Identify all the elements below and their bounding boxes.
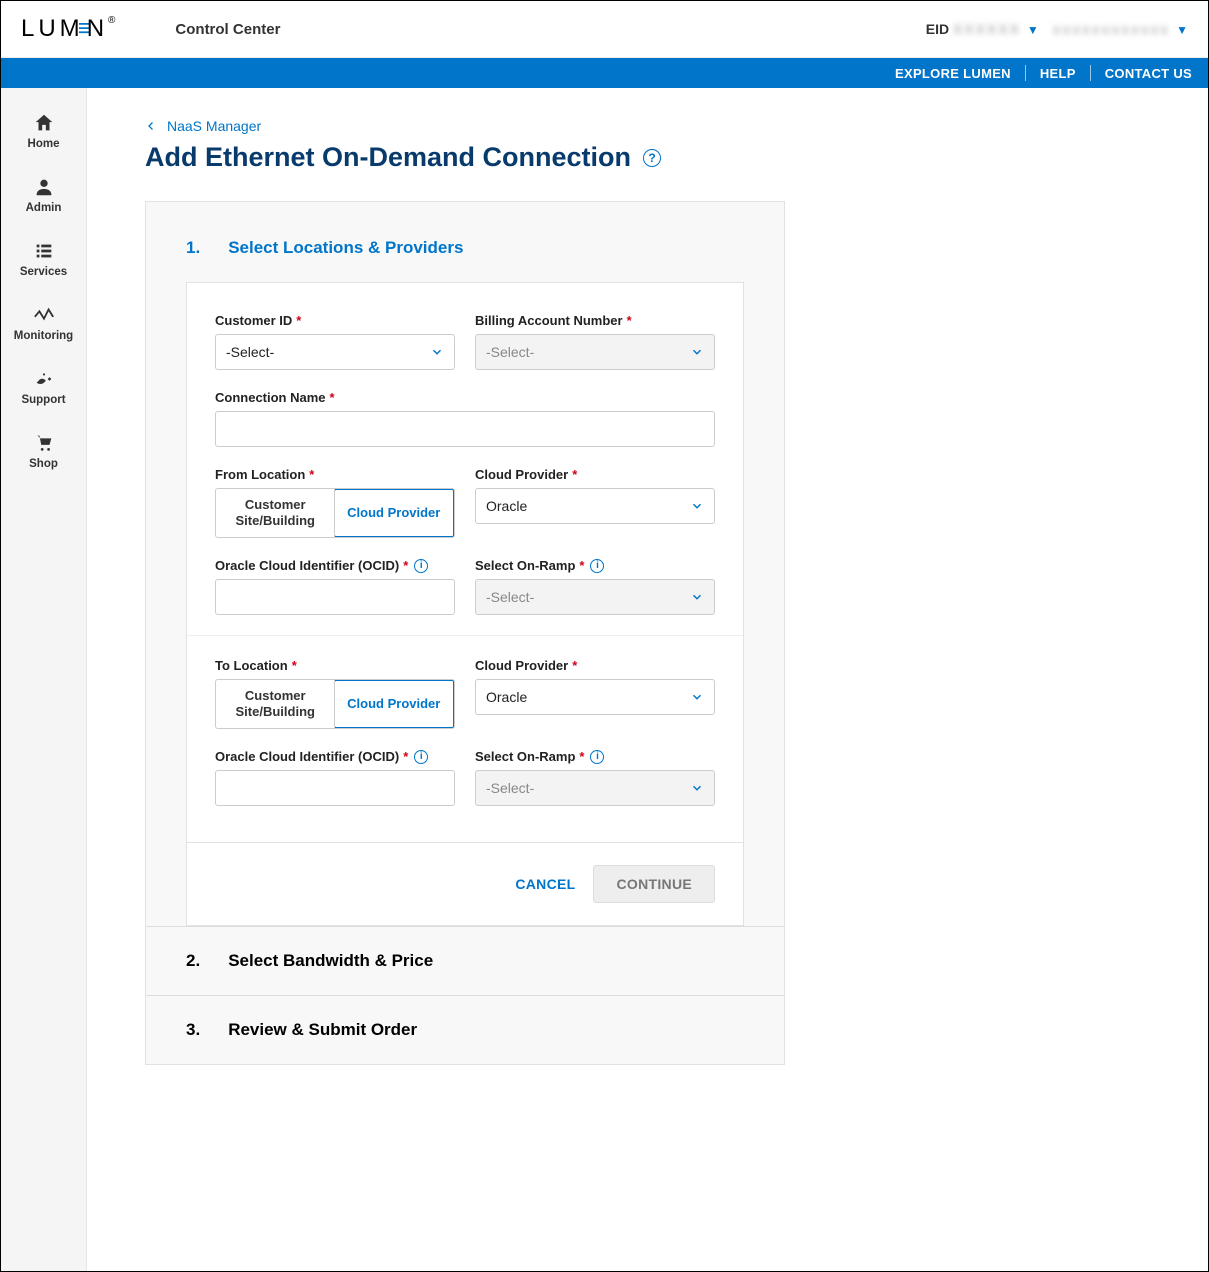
chevron-down-icon — [690, 690, 704, 704]
select-value: Oracle — [486, 689, 527, 705]
select-value: -Select- — [486, 589, 534, 605]
billing-label: Billing Account Number* — [475, 313, 715, 328]
onramp-to-select[interactable]: -Select- — [475, 770, 715, 806]
step-title: Review & Submit Order — [228, 1020, 417, 1040]
wizard-panel: 1. Select Locations & Providers Customer… — [145, 201, 785, 1065]
step-number: 3. — [186, 1020, 200, 1040]
select-value: -Select- — [486, 780, 534, 796]
breadcrumb-label: NaaS Manager — [167, 118, 261, 134]
onramp-from-label: Select On-Ramp*i — [475, 558, 715, 573]
step-1-heading: 1. Select Locations & Providers — [146, 238, 784, 282]
from-cloud-provider-button[interactable]: Cloud Provider — [334, 488, 456, 538]
select-value: -Select- — [486, 344, 534, 360]
account-dropdown[interactable]: xxxxxxxxxxxx ▼ — [1053, 21, 1188, 37]
info-icon[interactable]: i — [590, 559, 604, 573]
customer-id-select[interactable]: -Select- — [215, 334, 455, 370]
onramp-to-label: Select On-Ramp*i — [475, 749, 715, 764]
support-icon — [33, 368, 55, 390]
to-customer-site-button[interactable]: Customer Site/Building — [216, 680, 335, 728]
sidebar-item-label: Shop — [29, 458, 58, 470]
chevron-down-icon — [690, 781, 704, 795]
main-content: NaaS Manager Add Ethernet On-Demand Conn… — [87, 88, 1208, 1271]
connection-name-label: Connection Name* — [215, 390, 715, 405]
chevron-down-icon — [690, 499, 704, 513]
from-location-label: From Location* — [215, 467, 455, 482]
select-value: -Select- — [226, 344, 274, 360]
card-footer: CANCEL CONTINUE — [187, 842, 743, 925]
step-title: Select Locations & Providers — [228, 238, 463, 258]
sidebar-item-shop[interactable]: Shop — [1, 422, 86, 486]
sidebar-item-label: Admin — [26, 202, 62, 214]
nav-help[interactable]: HELP — [1040, 66, 1076, 81]
step-number: 1. — [186, 238, 200, 258]
sidebar-item-label: Monitoring — [14, 330, 73, 342]
cart-icon — [33, 432, 55, 454]
cancel-button[interactable]: CANCEL — [515, 865, 575, 903]
page-title-text: Add Ethernet On-Demand Connection — [145, 142, 631, 173]
nav-explore-lumen[interactable]: EXPLORE LUMEN — [895, 66, 1011, 81]
sidebar-item-admin[interactable]: Admin — [1, 166, 86, 230]
app-header: LUM≡N® Control Center EID XXXXXX ▼ xxxxx… — [1, 1, 1208, 58]
user-icon — [33, 176, 55, 198]
connection-name-input[interactable] — [215, 411, 715, 447]
sidebar-item-home[interactable]: Home — [1, 102, 86, 166]
cloud-provider-from-label: Cloud Provider* — [475, 467, 715, 482]
to-location-label: To Location* — [215, 658, 455, 673]
step-2-row[interactable]: 2. Select Bandwidth & Price — [146, 926, 784, 995]
account-value: xxxxxxxxxxxx — [1053, 21, 1170, 37]
billing-select[interactable]: -Select- — [475, 334, 715, 370]
sidebar-item-label: Services — [20, 266, 67, 278]
step-1-card: Customer ID* -Select- Billing Account Nu… — [186, 282, 744, 926]
home-icon — [33, 112, 55, 134]
page-title: Add Ethernet On-Demand Connection ? — [145, 142, 1150, 173]
continue-button[interactable]: CONTINUE — [593, 865, 715, 903]
customer-id-label: Customer ID* — [215, 313, 455, 328]
cloud-provider-from-select[interactable]: Oracle — [475, 488, 715, 524]
monitoring-icon — [33, 304, 55, 326]
lumen-logo: LUM≡N® — [21, 15, 115, 43]
help-icon[interactable]: ? — [643, 149, 661, 167]
separator — [1025, 65, 1026, 81]
cloud-provider-to-label: Cloud Provider* — [475, 658, 715, 673]
chevron-down-icon: ▼ — [1027, 23, 1039, 37]
to-location-toggle: Customer Site/Building Cloud Provider — [215, 679, 455, 729]
sidebar-item-support[interactable]: Support — [1, 358, 86, 422]
chevron-down-icon — [690, 345, 704, 359]
cloud-provider-to-select[interactable]: Oracle — [475, 679, 715, 715]
eid-label: EID — [926, 21, 949, 37]
step-title: Select Bandwidth & Price — [228, 951, 433, 971]
chevron-left-icon — [145, 120, 157, 132]
ocid-to-label: Oracle Cloud Identifier (OCID)*i — [215, 749, 455, 764]
eid-dropdown[interactable]: EID XXXXXX ▼ — [926, 21, 1039, 37]
from-customer-site-button[interactable]: Customer Site/Building — [216, 489, 335, 537]
top-nav: EXPLORE LUMEN HELP CONTACT US — [1, 58, 1208, 88]
chevron-down-icon — [690, 590, 704, 604]
sidebar-item-label: Support — [21, 394, 65, 406]
to-cloud-provider-button[interactable]: Cloud Provider — [334, 679, 456, 729]
chevron-down-icon: ▼ — [1176, 23, 1188, 37]
nav-contact-us[interactable]: CONTACT US — [1105, 66, 1192, 81]
divider — [187, 635, 743, 636]
app-title: Control Center — [175, 21, 280, 38]
separator — [1090, 65, 1091, 81]
sidebar-item-services[interactable]: Services — [1, 230, 86, 294]
from-location-toggle: Customer Site/Building Cloud Provider — [215, 488, 455, 538]
ocid-from-label: Oracle Cloud Identifier (OCID)*i — [215, 558, 455, 573]
sidebar-item-label: Home — [28, 138, 60, 150]
ocid-from-input[interactable] — [215, 579, 455, 615]
sidebar-item-monitoring[interactable]: Monitoring — [1, 294, 86, 358]
onramp-from-select[interactable]: -Select- — [475, 579, 715, 615]
select-value: Oracle — [486, 498, 527, 514]
info-icon[interactable]: i — [414, 559, 428, 573]
left-sidebar: Home Admin Services Monitoring Support S… — [1, 88, 87, 1271]
info-icon[interactable]: i — [414, 750, 428, 764]
eid-value: XXXXXX — [953, 21, 1021, 37]
info-icon[interactable]: i — [590, 750, 604, 764]
list-icon — [33, 240, 55, 262]
step-3-row[interactable]: 3. Review & Submit Order — [146, 995, 784, 1064]
breadcrumb-back[interactable]: NaaS Manager — [145, 118, 1150, 134]
ocid-to-input[interactable] — [215, 770, 455, 806]
step-number: 2. — [186, 951, 200, 971]
chevron-down-icon — [430, 345, 444, 359]
